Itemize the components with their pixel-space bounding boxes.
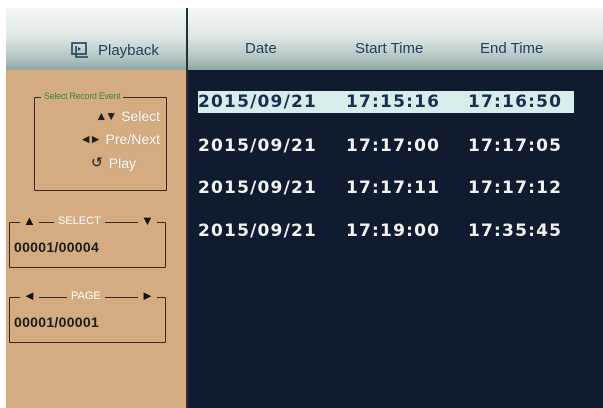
hint-play-label: Play	[108, 154, 136, 171]
select-label: SELECT	[54, 215, 105, 227]
page-counter: 00001/00001	[14, 314, 100, 330]
record-start-time: 17:17:00	[346, 136, 441, 156]
record-row-4[interactable]: 2015/09/21 17:19:00 17:35:45	[198, 220, 574, 242]
select-up-arrow-icon[interactable]: ▲	[20, 213, 39, 228]
record-end-time: 17:16:50	[468, 92, 563, 112]
record-start-time: 17:19:00	[346, 221, 441, 241]
record-row-3[interactable]: 2015/09/21 17:17:11 17:17:12	[198, 177, 574, 199]
select-counter: 00001/00004	[14, 239, 100, 255]
record-end-time: 17:17:12	[468, 178, 563, 198]
page-label: PAGE	[67, 290, 105, 302]
record-row-1[interactable]: 2015/09/21 17:15:16 17:16:50	[198, 91, 574, 113]
select-counter-box: ▲ SELECT ▼ 00001/00004	[9, 213, 166, 268]
select-record-event-box: Select Record Event ▲▼ Select ◄► Pre/Nex…	[34, 91, 167, 191]
playback-icon	[71, 42, 88, 58]
hint-play: ↺ Play	[91, 154, 136, 171]
select-nav: ▲ SELECT ▼	[10, 213, 165, 231]
select-record-event-legend: Select Record Event	[41, 91, 124, 101]
page-next-arrow-icon[interactable]: ►	[138, 288, 157, 303]
record-row-2[interactable]: 2015/09/21 17:17:00 17:17:05	[198, 135, 574, 157]
page-nav: ◄ PAGE ►	[10, 288, 165, 306]
record-date: 2015/09/21	[198, 92, 318, 112]
record-start-time: 17:17:11	[346, 178, 441, 198]
left-right-arrows-icon: ◄►	[79, 132, 102, 146]
page-prev-arrow-icon[interactable]: ◄	[20, 288, 39, 303]
hint-select: ▲▼ Select	[95, 108, 160, 124]
hint-select-label: Select	[121, 108, 160, 124]
top-strip	[0, 0, 603, 8]
page-counter-box: ◄ PAGE ► 00001/00001	[9, 288, 166, 343]
record-date: 2015/09/21	[198, 221, 318, 241]
record-end-time: 17:35:45	[468, 221, 563, 241]
record-start-time: 17:15:16	[346, 92, 441, 112]
record-end-time: 17:17:05	[468, 136, 563, 156]
up-down-arrows-icon: ▲▼	[95, 109, 117, 123]
column-header-start-time: Start Time	[355, 40, 424, 57]
hint-pre-next-label: Pre/Next	[105, 131, 160, 147]
select-down-arrow-icon[interactable]: ▼	[138, 213, 157, 228]
record-date: 2015/09/21	[198, 136, 318, 156]
replay-icon: ↺	[91, 154, 103, 170]
header-divider	[186, 8, 188, 70]
column-header-date: Date	[245, 40, 277, 57]
column-header-end-time: End Time	[480, 40, 544, 57]
playback-title: Playback	[70, 38, 159, 62]
playback-title-label: Playback	[98, 41, 159, 59]
record-date: 2015/09/21	[198, 178, 318, 198]
hint-pre-next: ◄► Pre/Next	[80, 131, 160, 147]
